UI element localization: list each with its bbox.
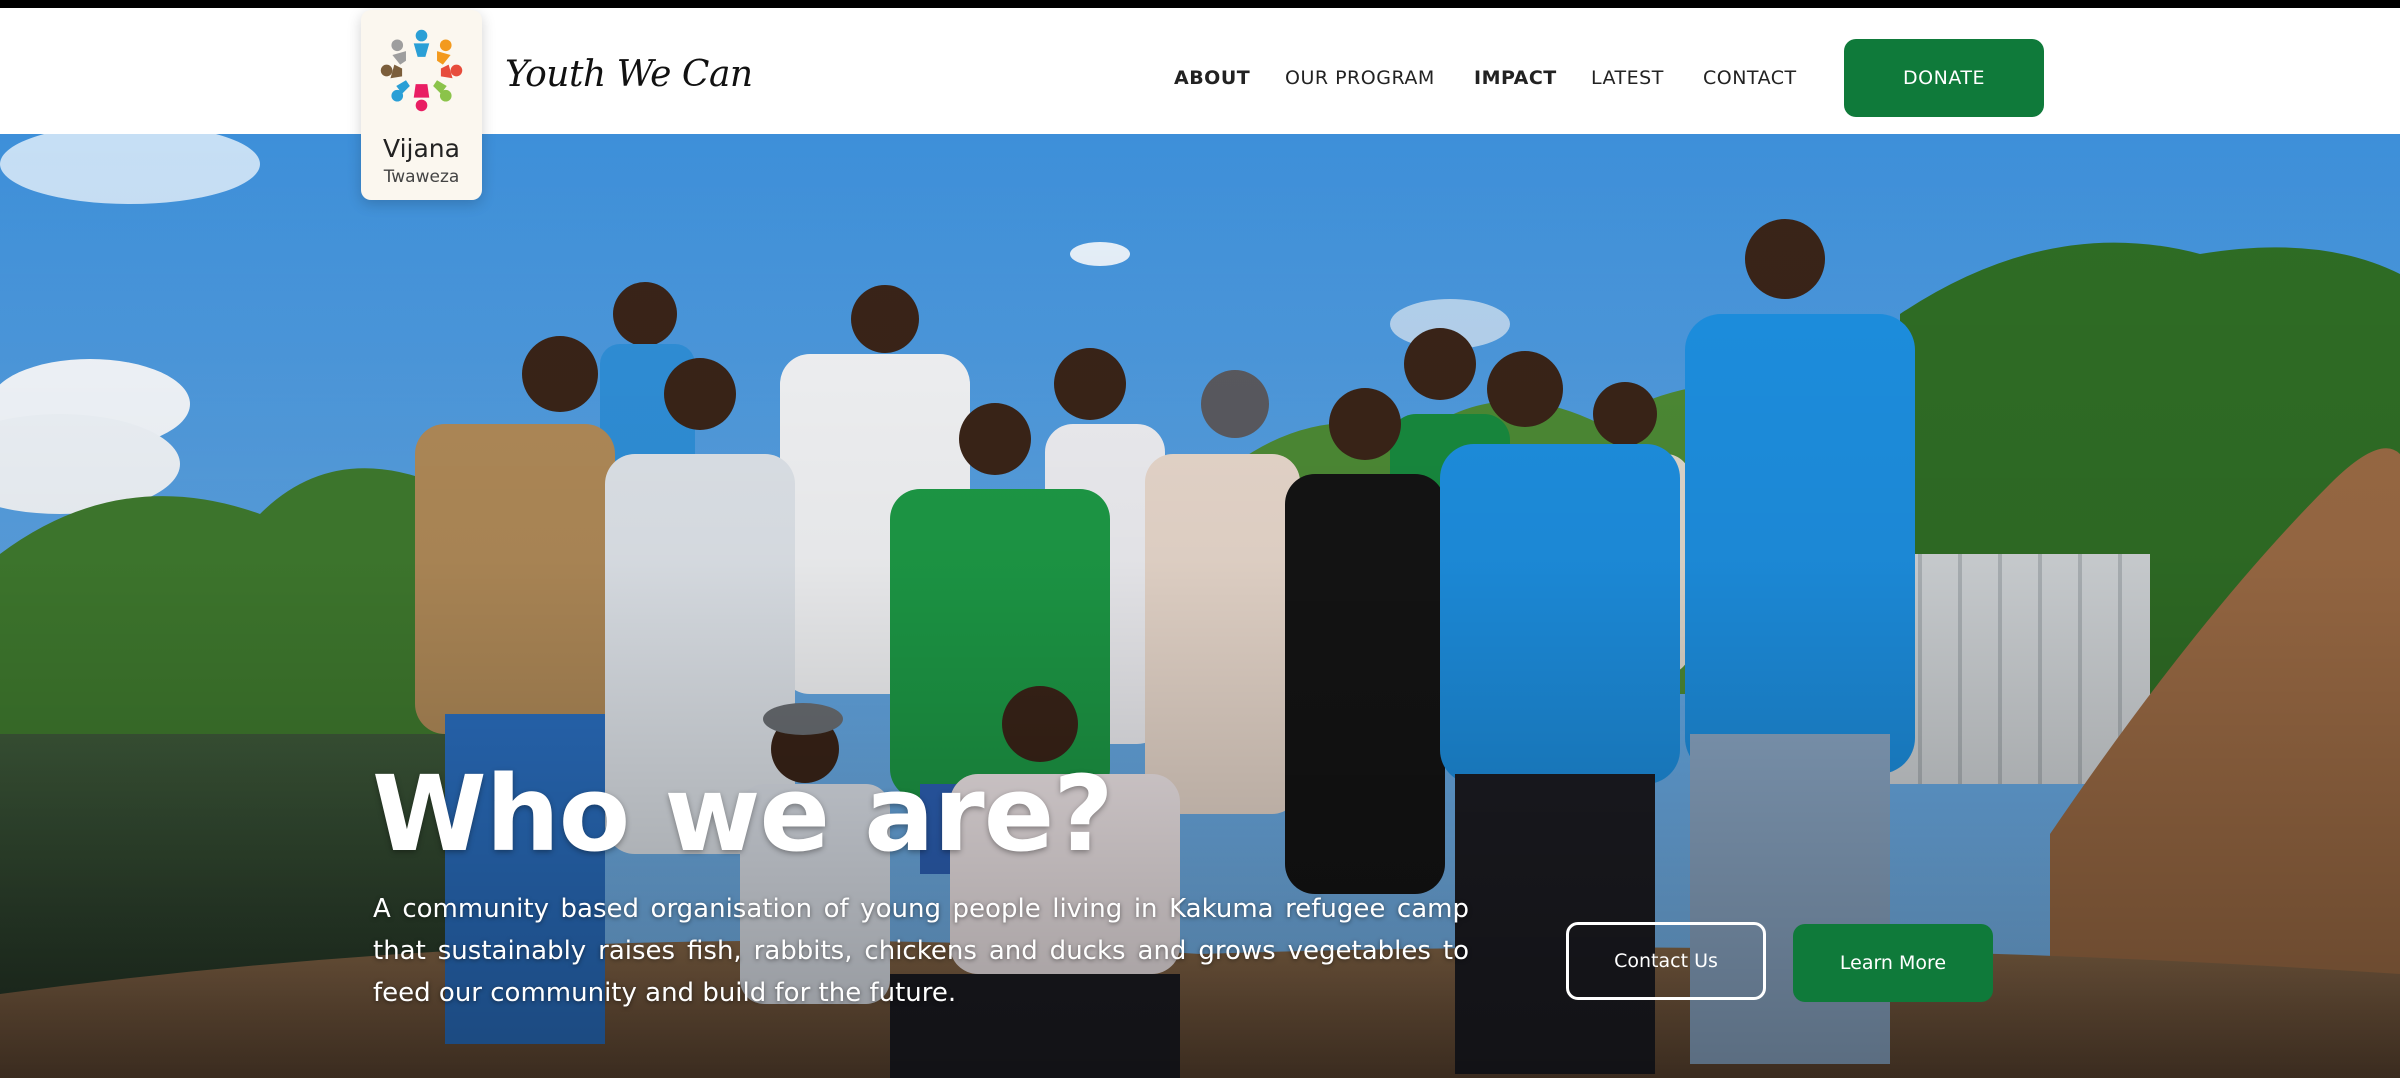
nav-our-program[interactable]: OUR PROGRAM xyxy=(1285,67,1435,89)
logo-name: Vijana xyxy=(383,134,460,163)
contact-us-button[interactable]: Contact Us xyxy=(1566,922,1766,1000)
nav-latest[interactable]: LATEST xyxy=(1591,67,1664,89)
nav-contact[interactable]: CONTACT xyxy=(1703,67,1797,89)
hero-description: A community based organisation of young … xyxy=(373,894,1469,1008)
logo-subtitle: Twaweza xyxy=(383,167,460,187)
nav-impact[interactable]: IMPACT xyxy=(1474,67,1557,89)
site-header: Youth We Can ABOUT OUR PROGRAM IMPACT LA… xyxy=(0,8,2400,134)
logo-card[interactable]: Vijana Twaweza xyxy=(361,10,482,200)
learn-more-button[interactable]: Learn More xyxy=(1793,924,1993,1002)
nav-about[interactable]: ABOUT xyxy=(1174,67,1250,89)
logo-figures-icon xyxy=(380,29,463,112)
top-black-strip xyxy=(0,0,2400,8)
hero-title: Who we are? xyxy=(372,753,1114,875)
brand-tagline: Youth We Can xyxy=(505,54,753,95)
donate-button[interactable]: DONATE xyxy=(1844,39,2044,117)
